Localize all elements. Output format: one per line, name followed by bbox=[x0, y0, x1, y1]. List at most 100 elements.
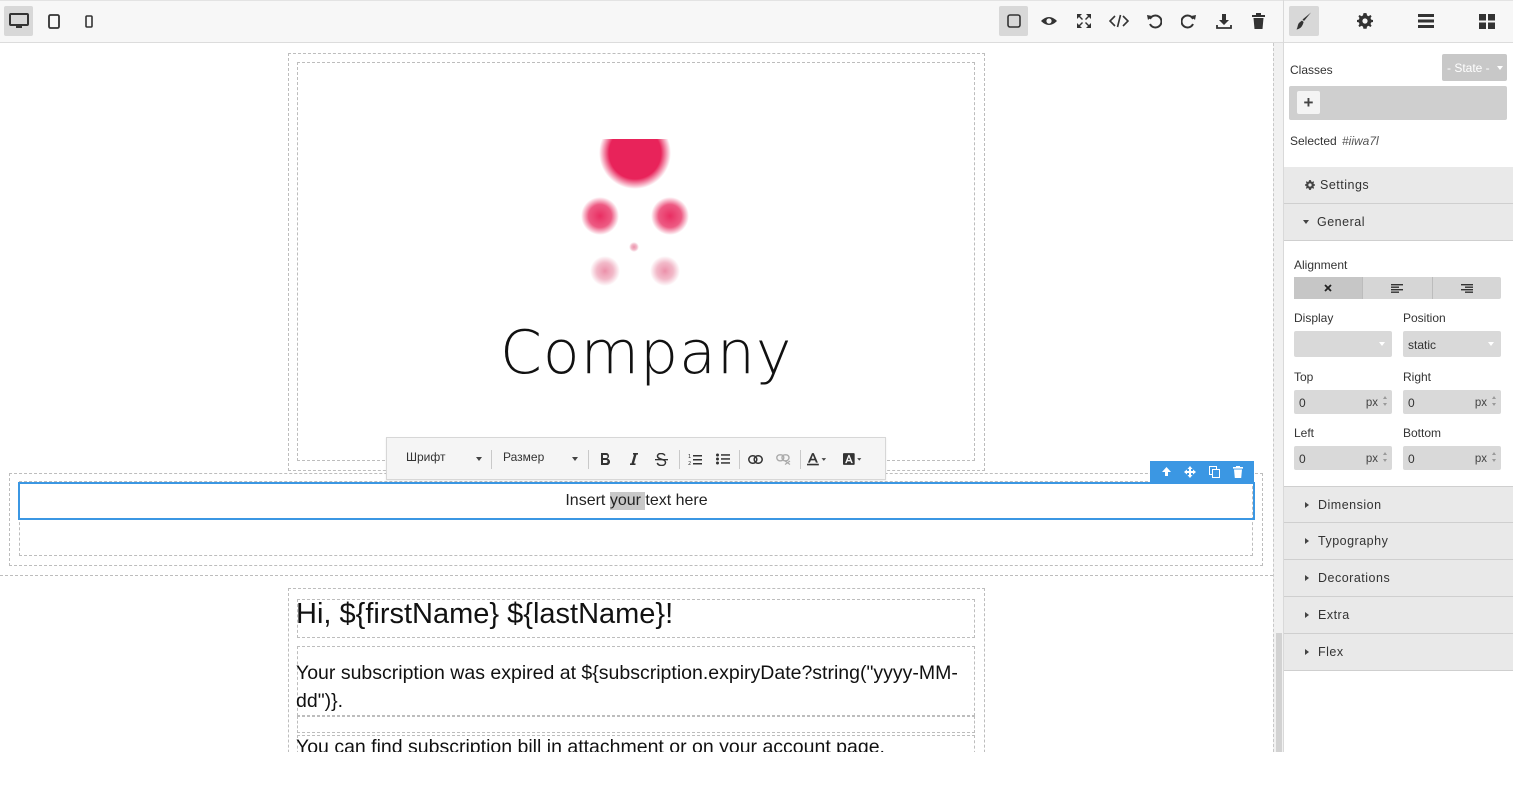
editor-canvas[interactable]: Company Hi, ${firstName} ${lastName}! Yo… bbox=[0, 43, 1273, 752]
scrollbar-thumb[interactable] bbox=[1276, 633, 1282, 752]
clone-icon[interactable] bbox=[1205, 463, 1223, 481]
typography-section[interactable]: Typography bbox=[1284, 523, 1513, 560]
greeting-heading[interactable]: Hi, ${firstName} ${lastName}! bbox=[296, 598, 673, 631]
link-icon[interactable] bbox=[745, 449, 765, 469]
bottom-label: Bottom bbox=[1403, 426, 1442, 440]
caret-right-icon bbox=[1305, 538, 1309, 544]
delete-icon[interactable] bbox=[1229, 463, 1247, 481]
bottom-input[interactable]: 0 px bbox=[1403, 446, 1501, 470]
undo-icon[interactable] bbox=[1139, 6, 1168, 36]
move-icon[interactable] bbox=[1181, 463, 1199, 481]
layer-manager-icon[interactable] bbox=[1411, 6, 1441, 36]
top-label: Top bbox=[1294, 370, 1314, 384]
panel-tabs bbox=[1284, 0, 1513, 43]
text-color-icon[interactable] bbox=[807, 449, 827, 469]
align-left-button[interactable] bbox=[1363, 277, 1433, 299]
ordered-list-icon[interactable]: 12 bbox=[685, 449, 705, 469]
caret-right-icon bbox=[1305, 501, 1309, 508]
rich-text-toolbar: Шрифт Размер 12 bbox=[386, 437, 886, 480]
selection-toolbar bbox=[1150, 461, 1254, 482]
dimension-section[interactable]: Dimension bbox=[1284, 486, 1513, 523]
close-icon bbox=[1324, 284, 1332, 292]
italic-icon[interactable] bbox=[623, 449, 643, 469]
flex-section[interactable]: Flex bbox=[1284, 634, 1513, 671]
add-class-button[interactable]: + bbox=[1297, 91, 1320, 114]
right-input[interactable]: 0 px bbox=[1403, 390, 1501, 414]
typography-section-label: Typography bbox=[1318, 534, 1389, 548]
alignment-radio-group bbox=[1294, 277, 1501, 299]
top-value: 0 bbox=[1299, 396, 1306, 410]
mobile-icon[interactable] bbox=[74, 6, 103, 36]
blocks-icon[interactable] bbox=[1472, 6, 1502, 36]
fullscreen-icon[interactable] bbox=[1069, 6, 1098, 36]
text-before: Insert bbox=[565, 492, 610, 509]
bold-icon[interactable] bbox=[595, 449, 615, 469]
state-select[interactable]: - State - bbox=[1442, 54, 1507, 81]
state-select-value: - State - bbox=[1447, 61, 1490, 75]
trait-settings-icon[interactable] bbox=[1350, 6, 1380, 36]
bottom-stepper[interactable] bbox=[1492, 452, 1497, 464]
text-highlight: your bbox=[609, 492, 646, 510]
position-value: static bbox=[1408, 338, 1437, 352]
gear-icon bbox=[1305, 180, 1315, 190]
font-family-select[interactable]: Шрифт bbox=[406, 450, 445, 464]
company-logo-icon bbox=[581, 139, 689, 286]
left-value: 0 bbox=[1299, 452, 1306, 466]
decorations-section-label: Decorations bbox=[1318, 571, 1391, 585]
caret-right-icon bbox=[1305, 612, 1309, 618]
settings-section-label: Settings bbox=[1320, 178, 1370, 192]
top-unit[interactable]: px bbox=[1366, 397, 1378, 409]
paragraph-bill[interactable]: You can find subscription bill in attach… bbox=[296, 733, 976, 752]
tablet-icon[interactable] bbox=[39, 6, 68, 36]
settings-section[interactable]: Settings bbox=[1284, 167, 1513, 204]
selected-label: Selected bbox=[1290, 134, 1337, 148]
position-label: Position bbox=[1403, 311, 1446, 325]
general-section[interactable]: General bbox=[1284, 204, 1513, 241]
style-manager-icon[interactable] bbox=[1289, 6, 1319, 36]
background-color-icon[interactable] bbox=[843, 449, 863, 469]
align-left-icon bbox=[1391, 283, 1404, 293]
strikethrough-icon[interactable] bbox=[651, 449, 671, 469]
right-value: 0 bbox=[1408, 396, 1415, 410]
position-select[interactable]: static bbox=[1403, 331, 1501, 357]
sw-visibility-icon[interactable] bbox=[999, 6, 1028, 36]
editor-toolbar bbox=[0, 0, 1283, 43]
code-icon[interactable] bbox=[1104, 6, 1133, 36]
align-right-button[interactable] bbox=[1433, 277, 1501, 299]
chevron-down-icon bbox=[1488, 342, 1494, 346]
text-after: text here bbox=[645, 492, 708, 509]
caret-down-icon bbox=[1303, 220, 1309, 224]
unordered-list-icon[interactable] bbox=[713, 449, 733, 469]
spacer-cell[interactable] bbox=[297, 716, 975, 733]
select-parent-icon[interactable] bbox=[1157, 463, 1175, 481]
align-none-button[interactable] bbox=[1294, 277, 1364, 299]
left-unit[interactable]: px bbox=[1366, 453, 1378, 465]
unlink-icon[interactable] bbox=[773, 449, 793, 469]
extra-section-label: Extra bbox=[1318, 608, 1350, 622]
bottom-value: 0 bbox=[1408, 452, 1415, 466]
paragraph-expiry[interactable]: Your subscription was expired at ${subsc… bbox=[296, 659, 976, 715]
alignment-label: Alignment bbox=[1294, 258, 1348, 272]
export-icon[interactable] bbox=[1209, 6, 1238, 36]
top-stepper[interactable] bbox=[1383, 396, 1388, 408]
left-input[interactable]: 0 px bbox=[1294, 446, 1392, 470]
font-size-select[interactable]: Размер bbox=[503, 450, 544, 464]
general-section-label: General bbox=[1317, 215, 1365, 229]
preview-icon[interactable] bbox=[1034, 6, 1063, 36]
right-unit[interactable]: px bbox=[1475, 397, 1487, 409]
caret-right-icon bbox=[1305, 575, 1309, 581]
chevron-down-icon bbox=[572, 457, 578, 461]
right-stepper[interactable] bbox=[1492, 396, 1497, 408]
decorations-section[interactable]: Decorations bbox=[1284, 560, 1513, 597]
chevron-down-icon bbox=[1379, 342, 1385, 346]
canvas-scrollbar[interactable] bbox=[1273, 43, 1283, 752]
left-stepper[interactable] bbox=[1383, 452, 1388, 464]
redo-icon[interactable] bbox=[1174, 6, 1203, 36]
top-input[interactable]: 0 px bbox=[1294, 390, 1392, 414]
display-select[interactable] bbox=[1294, 331, 1392, 357]
bottom-unit[interactable]: px bbox=[1475, 453, 1487, 465]
clear-canvas-icon[interactable] bbox=[1244, 6, 1273, 36]
desktop-icon[interactable] bbox=[4, 6, 33, 36]
selected-text-block[interactable]: Insert your text here bbox=[18, 482, 1255, 520]
extra-section[interactable]: Extra bbox=[1284, 597, 1513, 634]
